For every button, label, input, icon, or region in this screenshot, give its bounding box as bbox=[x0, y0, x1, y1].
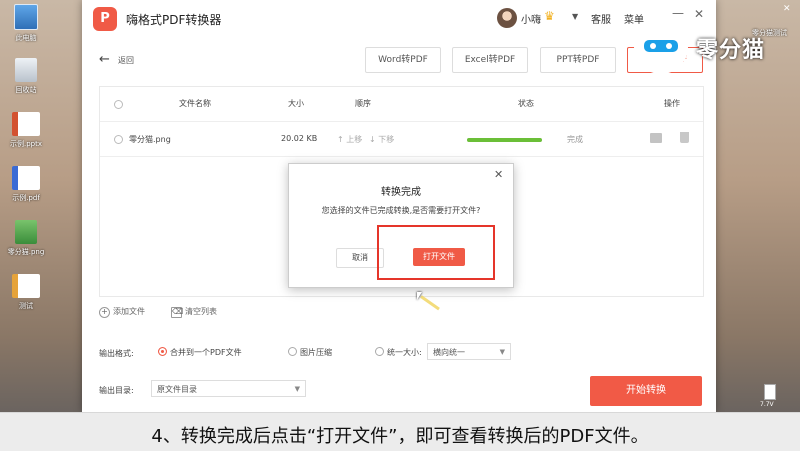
png-file-icon bbox=[15, 220, 37, 244]
close-icon[interactable]: ✕ bbox=[494, 168, 503, 181]
desktop-icon-label: 测试 bbox=[19, 302, 33, 310]
trash-icon: ⌫ bbox=[171, 307, 184, 318]
annotation-highlight-box bbox=[377, 225, 495, 280]
watermark-text: 零分猫 bbox=[696, 38, 766, 63]
add-file-button[interactable]: + 添加文件 bbox=[99, 306, 145, 318]
plus-icon: + bbox=[99, 307, 110, 318]
radio-icon bbox=[288, 347, 297, 356]
clear-list-button[interactable]: ⌫ 清空列表 bbox=[171, 306, 217, 318]
dialog-message: 您选择的文件已完成转换,是否需要打开文件? bbox=[321, 206, 481, 215]
desktop-icon-label: 零分猫.png bbox=[7, 248, 45, 256]
cat-logo-icon bbox=[634, 20, 688, 74]
mouse-cursor-icon bbox=[417, 292, 422, 300]
output-dir-label: 输出目录: bbox=[99, 386, 134, 395]
desktop-close-icon[interactable]: ✕ bbox=[783, 4, 791, 14]
chevron-down-icon: ▼ bbox=[294, 385, 300, 393]
caption-text: 4、转换完成后点击“打开文件”，即可查看转换后的PDF文件。 bbox=[151, 426, 649, 447]
chevron-down-icon: ▼ bbox=[499, 348, 505, 356]
ppt-to-pdf-button[interactable]: PPT转PDF bbox=[540, 47, 616, 73]
tray-label: 7.7V bbox=[760, 401, 774, 408]
column-header-name: 文件名称 bbox=[179, 99, 211, 108]
start-convert-button[interactable]: 开始转换 bbox=[590, 376, 702, 406]
row-select-radio[interactable] bbox=[114, 135, 123, 144]
uniform-size-select[interactable]: 横向统一 ▼ bbox=[427, 343, 511, 360]
desktop-icon-label: 回收站 bbox=[15, 86, 37, 94]
computer-icon bbox=[14, 4, 38, 30]
table-header: 文件名称 大小 顺序 状态 操作 bbox=[100, 87, 703, 122]
crown-icon: ♛ bbox=[544, 9, 555, 23]
desktop-icon-label: 示例.pptx bbox=[10, 140, 42, 148]
uniform-size-value: 横向统一 bbox=[433, 348, 465, 357]
select-all-radio[interactable] bbox=[114, 100, 123, 109]
desktop-icon-label: 示例.pdf bbox=[12, 194, 40, 202]
progress-bar bbox=[467, 138, 542, 142]
output-dir-select[interactable]: 原文件目录 ▼ bbox=[151, 380, 306, 397]
chevron-down-icon[interactable]: ▼ bbox=[572, 12, 578, 21]
clear-list-label: 清空列表 bbox=[185, 307, 217, 316]
excel-to-pdf-button[interactable]: Excel转PDF bbox=[452, 47, 528, 73]
title-bar: P 嗨格式PDF转换器 小嗨 ♛ ▼ 客服 菜单 — ✕ bbox=[82, 0, 716, 38]
output-dir-value: 原文件目录 bbox=[157, 385, 197, 394]
desktop-icon-computer[interactable]: 此电脑 bbox=[6, 4, 46, 43]
move-down-button[interactable]: ↓ 下移 bbox=[369, 134, 394, 145]
word-to-pdf-button[interactable]: Word转PDF bbox=[365, 47, 441, 73]
user-name[interactable]: 小嗨 bbox=[521, 11, 541, 26]
file-name: 零分猫.png bbox=[129, 135, 171, 144]
file-size: 20.02 KB bbox=[281, 134, 318, 143]
column-header-status: 状态 bbox=[518, 99, 534, 108]
move-up-button[interactable]: ↑ 上移 bbox=[337, 134, 362, 145]
caption-bar: 4、转换完成后点击“打开文件”，即可查看转换后的PDF文件。 bbox=[0, 412, 800, 451]
compress-option-label: 图片压缩 bbox=[300, 348, 332, 357]
progress-fill bbox=[467, 138, 542, 142]
table-row: 零分猫.png 20.02 KB ↑ 上移 ↓ 下移 完成 bbox=[100, 122, 703, 157]
uniform-size-label: 统一大小: bbox=[387, 348, 422, 357]
back-arrow-icon[interactable]: ← bbox=[99, 52, 110, 67]
pdf-file-icon bbox=[12, 166, 40, 190]
folder-icon[interactable] bbox=[650, 133, 662, 143]
app-title: 嗨格式PDF转换器 bbox=[126, 13, 222, 27]
recycle-bin-icon bbox=[15, 58, 37, 82]
back-button[interactable]: 返回 bbox=[118, 55, 134, 66]
desktop-icon-pptx[interactable]: 示例.pptx bbox=[6, 112, 46, 149]
radio-checked-icon bbox=[158, 347, 167, 356]
dialog-title: 转换完成 bbox=[381, 187, 421, 198]
avatar[interactable] bbox=[497, 8, 517, 28]
test-file-icon bbox=[12, 274, 40, 298]
desktop-icon-label: 此电脑 bbox=[15, 34, 37, 42]
uniform-size-option[interactable]: 统一大小: bbox=[375, 347, 422, 358]
battery-icon[interactable] bbox=[764, 384, 776, 400]
merge-option[interactable]: 合并到一个PDF文件 bbox=[158, 347, 242, 358]
pptx-file-icon bbox=[12, 112, 40, 136]
desktop-icon-test[interactable]: 测试 bbox=[6, 274, 46, 311]
add-file-label: 添加文件 bbox=[113, 307, 145, 316]
desktop-icon-pdf[interactable]: 示例.pdf bbox=[6, 166, 46, 203]
merge-option-label: 合并到一个PDF文件 bbox=[170, 348, 242, 357]
radio-icon bbox=[375, 347, 384, 356]
output-format-label: 输出格式: bbox=[99, 349, 134, 358]
trash-icon[interactable] bbox=[680, 132, 689, 143]
column-header-size: 大小 bbox=[288, 99, 304, 108]
compress-option[interactable]: 图片压缩 bbox=[288, 347, 332, 358]
column-header-order: 顺序 bbox=[355, 99, 371, 108]
service-button[interactable]: 客服 bbox=[591, 11, 611, 26]
status-text: 完成 bbox=[567, 135, 583, 144]
column-header-action: 操作 bbox=[664, 99, 680, 108]
close-icon[interactable]: ✕ bbox=[694, 7, 704, 21]
desktop-icon-png[interactable]: 零分猫.png bbox=[6, 220, 46, 257]
app-logo: P bbox=[93, 7, 117, 31]
desktop-icon-recycle-bin[interactable]: 回收站 bbox=[6, 58, 46, 95]
